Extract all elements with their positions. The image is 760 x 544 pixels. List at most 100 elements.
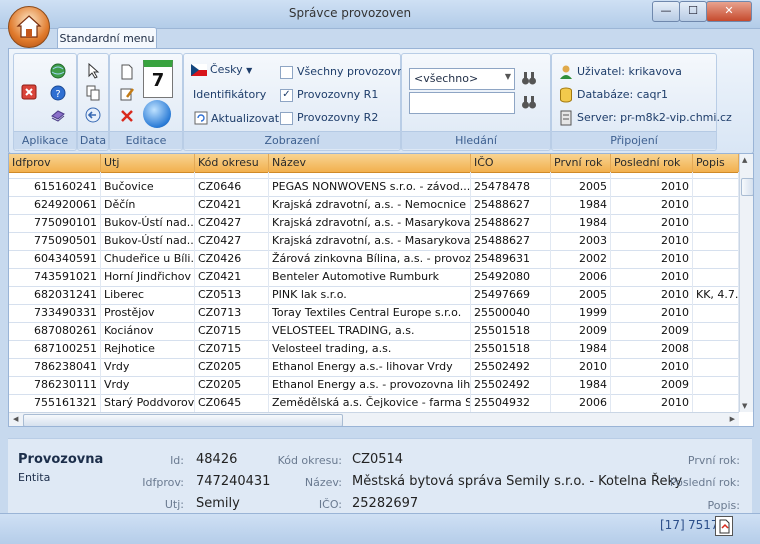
table-row[interactable]: 775090101 Bukov-Ústí nad... CZ0427 Krajská … bbox=[9, 214, 739, 233]
column-header-posledni-rok[interactable]: Poslední rok bbox=[611, 154, 693, 172]
cell-idfprov: 786230111 bbox=[9, 376, 101, 394]
svg-text:?: ? bbox=[55, 89, 60, 100]
data-grid[interactable]: Idfprov Utj Kód okresu Název IČO První rok Pos… bbox=[8, 153, 754, 427]
checkbox-r2[interactable] bbox=[280, 112, 293, 125]
column-header-prvni-rok[interactable]: První rok bbox=[551, 154, 611, 172]
cell-kod-okresu: CZ0421 bbox=[195, 268, 269, 286]
cell-ico: 25489631 bbox=[471, 250, 551, 268]
scroll-up-icon[interactable]: ▲ bbox=[742, 156, 747, 164]
column-header-idfprov[interactable]: Idfprov bbox=[9, 154, 101, 172]
cell-prvni-rok: 1984 bbox=[551, 196, 611, 214]
detail-title: Provozovna bbox=[18, 452, 104, 467]
cell-kod-okresu: CZ0426 bbox=[195, 250, 269, 268]
table-row[interactable]: 786230111 Vrdy CZ0205 Ethanol Energy a.s. -… bbox=[9, 376, 739, 395]
table-row[interactable]: 604340591 Chudeřice u Bíli... CZ0426 Žárová… bbox=[9, 250, 739, 269]
table-row[interactable]: 615160241 Bučovice CZ0646 PEGAS NONWOVENS s… bbox=[9, 178, 739, 197]
scroll-right-icon[interactable]: ▶ bbox=[730, 415, 735, 423]
column-header-utj[interactable]: Utj bbox=[101, 154, 195, 172]
search-select[interactable]: <všechno> ▼ bbox=[409, 68, 515, 90]
cell-ico: 25501518 bbox=[471, 322, 551, 340]
cell-prvni-rok: 2009 bbox=[551, 322, 611, 340]
scroll-down-icon[interactable]: ▼ bbox=[742, 402, 747, 410]
checkbox-r1[interactable]: ✓ bbox=[280, 89, 293, 102]
cell-popis bbox=[693, 214, 739, 232]
binoculars-icon[interactable] bbox=[521, 70, 537, 86]
cell-nazev: PEGAS NONWOVENS s.r.o. - závod... bbox=[269, 178, 471, 196]
table-row[interactable]: 743591021 Horní Jindřichov CZ0421 Benteler … bbox=[9, 268, 739, 287]
table-row[interactable]: 733490331 Prostějov CZ0713 Toray Textiles C… bbox=[9, 304, 739, 323]
cell-popis bbox=[693, 178, 739, 196]
maximize-button[interactable]: ☐ bbox=[679, 1, 707, 22]
cell-prvni-rok: 2002 bbox=[551, 250, 611, 268]
aktualizovat-button[interactable]: Aktualizovat bbox=[211, 112, 279, 125]
status-count: [17] bbox=[660, 518, 685, 532]
binoculars-next-icon[interactable] bbox=[521, 94, 537, 110]
cell-posledni-rok: 2010 bbox=[611, 304, 693, 322]
table-row[interactable]: 775090501 Bukov-Ústí nad... CZ0427 Krajská … bbox=[9, 232, 739, 251]
language-dropdown[interactable]: Česky ▼ bbox=[210, 63, 252, 76]
cell-popis bbox=[693, 394, 739, 412]
table-row[interactable]: 624920061 Děčín CZ0421 Krajská zdravotní, a… bbox=[9, 196, 739, 215]
column-header-kod-okresu[interactable]: Kód okresu bbox=[195, 154, 269, 172]
horizontal-scrollbar[interactable]: ◀ ▶ bbox=[9, 412, 739, 426]
column-header-ico[interactable]: IČO bbox=[471, 154, 551, 172]
identifikatory-button[interactable]: Identifikátory bbox=[193, 88, 266, 101]
tab-standardni-menu[interactable]: Standardní menu bbox=[57, 27, 157, 50]
back-icon[interactable] bbox=[85, 107, 101, 123]
column-header-nazev[interactable]: Název bbox=[269, 154, 471, 172]
cell-kod-okresu: CZ0205 bbox=[195, 376, 269, 394]
grid-header: Idfprov Utj Kód okresu Název IČO První rok Pos… bbox=[9, 154, 739, 173]
vertical-scrollbar[interactable]: ▲ ▼ bbox=[739, 154, 753, 412]
new-document-icon[interactable] bbox=[119, 64, 135, 80]
scroll-left-icon[interactable]: ◀ bbox=[13, 415, 18, 423]
help-icon[interactable]: ? bbox=[50, 85, 66, 101]
vertical-scroll-thumb[interactable] bbox=[741, 178, 753, 196]
value-ico: 25282697 bbox=[352, 496, 419, 511]
cursor-icon[interactable] bbox=[85, 62, 101, 79]
table-row[interactable]: 687100251 Rejhotice CZ0715 Velosteel tradin… bbox=[9, 340, 739, 359]
cell-popis bbox=[693, 232, 739, 250]
app-menu-button[interactable] bbox=[8, 6, 50, 48]
checkbox-vsechny[interactable] bbox=[280, 66, 293, 79]
cell-kod-okresu: CZ0427 bbox=[195, 232, 269, 250]
cell-idfprov: 775090101 bbox=[9, 214, 101, 232]
checkbox-r1-label: Provozovny R1 bbox=[297, 88, 379, 101]
cell-idfprov: 755161321 bbox=[9, 394, 101, 412]
table-row[interactable]: 755161321 Starý Poddvorov CZ0645 Zemědělská… bbox=[9, 394, 739, 412]
table-row[interactable]: 682031241 Liberec CZ0513 PINK lak s.r.o. 254… bbox=[9, 286, 739, 305]
cell-popis bbox=[693, 250, 739, 268]
refresh-icon[interactable] bbox=[193, 110, 209, 126]
web-globe-icon[interactable] bbox=[143, 100, 171, 128]
calendar-icon[interactable]: 7 bbox=[143, 60, 173, 98]
books-icon[interactable] bbox=[50, 107, 66, 123]
label-id: Id: bbox=[170, 454, 184, 467]
label-kod-okresu: Kód okresu: bbox=[277, 454, 342, 467]
cell-ico: 25500040 bbox=[471, 304, 551, 322]
globe-icon[interactable] bbox=[50, 63, 66, 79]
cell-nazev: PINK lak s.r.o. bbox=[269, 286, 471, 304]
horizontal-scroll-thumb[interactable] bbox=[23, 414, 343, 426]
group-label-data: Data bbox=[78, 131, 108, 149]
server-icon bbox=[558, 110, 574, 126]
cell-posledni-rok: 2010 bbox=[611, 214, 693, 232]
cell-prvni-rok: 2006 bbox=[551, 394, 611, 412]
cell-popis bbox=[693, 268, 739, 286]
cell-nazev: Krajská zdravotní, a.s. - Nemocnice D... bbox=[269, 196, 471, 214]
copy-icon[interactable] bbox=[85, 85, 101, 101]
cell-kod-okresu: CZ0645 bbox=[195, 394, 269, 412]
search-input[interactable] bbox=[409, 92, 515, 114]
column-header-popis[interactable]: Popis bbox=[693, 154, 739, 172]
cell-utj: Horní Jindřichov bbox=[101, 268, 195, 286]
table-row[interactable]: 786238041 Vrdy CZ0205 Ethanol Energy a.s.- … bbox=[9, 358, 739, 377]
minimize-button[interactable]: — bbox=[652, 1, 680, 22]
table-row[interactable]: 687080261 Kociánov CZ0715 VELOSTEEL TRADING… bbox=[9, 322, 739, 341]
label-posledni-rok: Poslední rok: bbox=[669, 476, 740, 489]
close-button[interactable]: ✕ bbox=[706, 1, 752, 22]
edit-icon[interactable] bbox=[119, 86, 135, 102]
exit-icon[interactable] bbox=[21, 84, 37, 100]
label-utj: Utj: bbox=[164, 498, 184, 511]
export-icon[interactable] bbox=[715, 516, 733, 536]
database-icon bbox=[558, 87, 574, 103]
delete-icon[interactable] bbox=[119, 108, 135, 124]
user-label: Uživatel: krikavova bbox=[577, 65, 682, 78]
